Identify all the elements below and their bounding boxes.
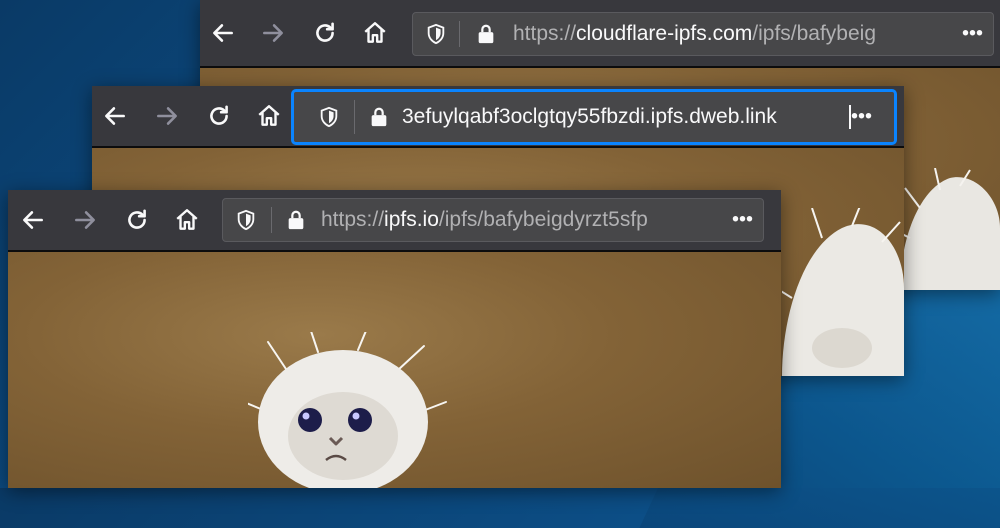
toolbar: 3efuylqabf3oclgtqy55fbzdi.ipfs.dweb.link… [92,86,904,148]
home-icon [258,105,280,126]
url-host: cloudflare-ipfs.com [576,22,753,45]
lock-icon[interactable] [285,209,307,231]
url-text[interactable]: https://ipfs.io/ipfs/bafybeigdyrzt5sfp [321,208,715,232]
tracking-protection-shield-icon[interactable] [318,106,340,128]
url-host: ipfs.io [384,208,439,231]
reload-button[interactable] [120,203,154,237]
lock-icon[interactable] [368,106,390,128]
url-bar[interactable]: https://ipfs.io/ipfs/bafybeigdyrzt5sfp •… [222,198,764,242]
forward-arrow-icon [157,107,177,125]
forward-arrow-icon [75,211,95,229]
url-scheme: https:// [321,208,385,231]
white-cat-image [248,332,447,488]
back-button[interactable] [16,203,50,237]
reload-icon [128,209,146,229]
cat-fur-image [782,208,904,376]
reload-button[interactable] [202,99,236,133]
home-button[interactable] [170,203,204,237]
url-bar[interactable]: 3efuylqabf3oclgtqy55fbzdi.ipfs.dweb.link… [292,90,896,144]
browser-window-ipfs-io: https://ipfs.io/ipfs/bafybeigdyrzt5sfp •… [8,190,781,488]
page-actions-button[interactable]: ••• [962,23,983,46]
home-button[interactable] [252,99,286,133]
page-actions-button[interactable]: ••• [732,209,753,232]
url-text-typed[interactable]: 3efuylqabf3oclgtqy55fbzdi.ipfs.dweb.link [402,105,851,129]
tracking-protection-shield-icon[interactable] [425,23,447,45]
url-path: /ipfs/bafybeigdyrzt5sfp [438,208,648,231]
back-arrow-icon [213,24,233,42]
back-button[interactable] [98,99,132,133]
lock-icon[interactable] [475,23,497,45]
forward-button[interactable] [256,16,290,50]
back-button[interactable] [206,16,240,50]
home-button[interactable] [358,16,392,50]
url-typed-value: 3efuylqabf3oclgtqy55fbzdi.ipfs.dweb.link [402,105,777,128]
page-content [8,252,781,488]
reload-button[interactable] [308,16,342,50]
url-separator [354,100,355,134]
page-actions-button[interactable]: ••• [851,106,872,129]
url-scheme: https:// [513,22,577,45]
forward-arrow-icon [263,24,283,42]
back-arrow-icon [23,211,43,229]
url-path: /ipfs/bafybeig [752,22,877,45]
tracking-protection-shield-icon[interactable] [235,209,257,231]
toolbar: https://cloudflare-ipfs.com/ipfs/bafybei… [200,0,1000,68]
home-icon [364,22,386,43]
url-separator [459,21,460,47]
home-icon [176,209,198,230]
back-arrow-icon [105,107,125,125]
url-separator [271,207,272,233]
cat-fur-image [890,168,1000,290]
url-bar[interactable]: https://cloudflare-ipfs.com/ipfs/bafybei… [412,12,994,56]
toolbar: https://ipfs.io/ipfs/bafybeigdyrzt5sfp •… [8,190,781,252]
forward-button[interactable] [68,203,102,237]
reload-icon [316,22,334,42]
reload-icon [210,105,228,125]
forward-button[interactable] [150,99,184,133]
url-text[interactable]: https://cloudflare-ipfs.com/ipfs/bafybei… [513,22,943,46]
